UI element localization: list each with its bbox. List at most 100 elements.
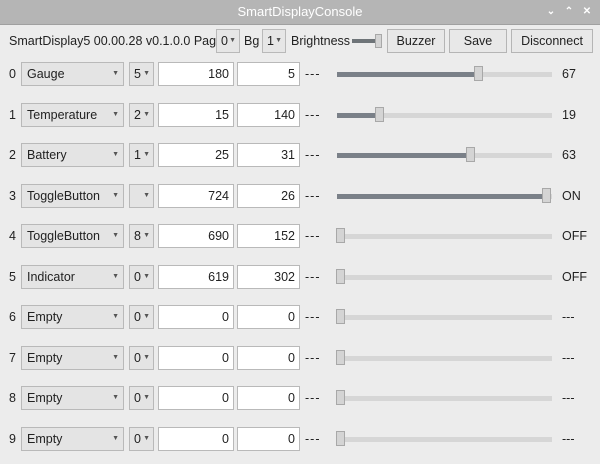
page-select[interactable]: 0 ▼ — [216, 29, 240, 53]
chevron-down-icon: ▼ — [112, 273, 119, 280]
slider-thumb[interactable] — [336, 228, 345, 243]
value-slider[interactable] — [337, 66, 552, 81]
y-input[interactable]: 0 — [237, 346, 300, 370]
widget-type-value: Empty — [27, 432, 63, 446]
x-input[interactable]: 619 — [158, 265, 234, 289]
x-input[interactable]: 0 — [158, 386, 234, 410]
x-input[interactable]: 0 — [158, 305, 234, 329]
value-slider[interactable] — [337, 107, 552, 122]
widget-type-select[interactable]: Indicator ▼ — [21, 265, 124, 289]
widget-page-select[interactable]: 0 ▼ — [129, 305, 154, 329]
widget-type-select[interactable]: Battery ▼ — [21, 143, 124, 167]
widget-page-select[interactable]: 0 ▼ — [129, 346, 154, 370]
widget-type-select[interactable]: Temperature ▼ — [21, 103, 124, 127]
widget-row: 4 ToggleButton ▼ 8 ▼ 690 152 --- OFF — [0, 224, 600, 250]
chevron-down-icon: ▼ — [112, 354, 119, 361]
widget-page-select[interactable]: 0 ▼ — [129, 386, 154, 410]
value-slider[interactable] — [336, 269, 552, 284]
widget-type-value: Empty — [27, 391, 63, 405]
widget-type-value: Empty — [27, 310, 63, 324]
widget-page-select[interactable]: 1 ▼ — [129, 143, 154, 167]
value-slider[interactable] — [336, 390, 552, 405]
widget-page-select[interactable]: ▼ — [129, 184, 154, 208]
maximize-icon[interactable]: ⌃ — [561, 4, 577, 20]
chevron-down-icon: ▼ — [143, 111, 150, 118]
row-index: 8 — [9, 391, 16, 405]
close-icon[interactable]: ✕ — [579, 4, 595, 20]
widget-page-select[interactable]: 0 ▼ — [129, 427, 154, 451]
minimize-icon[interactable]: ⌄ — [543, 4, 559, 20]
y-input[interactable]: 0 — [237, 305, 300, 329]
row-value: ON — [562, 189, 581, 203]
separator-text: --- — [305, 391, 321, 405]
slider-thumb[interactable] — [336, 269, 345, 284]
slider-thumb[interactable] — [466, 147, 475, 162]
x-input[interactable]: 25 — [158, 143, 234, 167]
row-value: --- — [562, 391, 575, 405]
y-input[interactable]: 31 — [237, 143, 300, 167]
value-slider[interactable] — [336, 350, 552, 365]
slider-thumb[interactable] — [375, 107, 384, 122]
y-input[interactable]: 140 — [237, 103, 300, 127]
row-value: --- — [562, 351, 575, 365]
y-input[interactable]: 26 — [237, 184, 300, 208]
widget-page-select[interactable]: 2 ▼ — [129, 103, 154, 127]
value-slider[interactable] — [337, 188, 552, 203]
widget-type-select[interactable]: Gauge ▼ — [21, 62, 124, 86]
slider-thumb[interactable] — [336, 431, 345, 446]
y-input[interactable]: 152 — [237, 224, 300, 248]
slider-track — [337, 275, 552, 280]
separator-text: --- — [305, 148, 321, 162]
toolbar: SmartDisplay5 00.00.28 v0.1.0.0 Page 0 ▼… — [0, 28, 600, 56]
x-input[interactable]: 15 — [158, 103, 234, 127]
widget-page-select[interactable]: 0 ▼ — [129, 265, 154, 289]
widget-type-value: Indicator — [27, 270, 75, 284]
chevron-down-icon: ▼ — [112, 435, 119, 442]
y-input[interactable]: 0 — [237, 386, 300, 410]
separator-text: --- — [305, 108, 321, 122]
slider-thumb[interactable] — [336, 350, 345, 365]
widget-type-select[interactable]: ToggleButton ▼ — [21, 224, 124, 248]
y-input[interactable]: 302 — [237, 265, 300, 289]
slider-thumb[interactable] — [474, 66, 483, 81]
y-input[interactable]: 0 — [237, 427, 300, 451]
widget-type-select[interactable]: Empty ▼ — [21, 305, 124, 329]
widget-type-select[interactable]: Empty ▼ — [21, 427, 124, 451]
value-slider[interactable] — [337, 147, 552, 162]
chevron-down-icon: ▼ — [143, 313, 150, 320]
chevron-down-icon: ▼ — [112, 70, 119, 77]
value-slider[interactable] — [336, 309, 552, 324]
x-input[interactable]: 0 — [158, 427, 234, 451]
widget-row: 6 Empty ▼ 0 ▼ 0 0 --- --- — [0, 305, 600, 331]
x-input[interactable]: 724 — [158, 184, 234, 208]
buzzer-button[interactable]: Buzzer — [387, 29, 445, 53]
chevron-down-icon: ▼ — [143, 192, 150, 199]
bg-select[interactable]: 1 ▼ — [262, 29, 286, 53]
widget-type-select[interactable]: ToggleButton ▼ — [21, 184, 124, 208]
widget-type-select[interactable]: Empty ▼ — [21, 346, 124, 370]
brightness-slider[interactable] — [352, 34, 382, 48]
chevron-down-icon: ▼ — [112, 192, 119, 199]
slider-thumb[interactable] — [336, 309, 345, 324]
widget-row: 1 Temperature ▼ 2 ▼ 15 140 --- 19 — [0, 103, 600, 129]
row-value: 67 — [562, 67, 576, 81]
widget-page-select[interactable]: 8 ▼ — [129, 224, 154, 248]
value-slider[interactable] — [336, 228, 552, 243]
widget-page-select[interactable]: 5 ▼ — [129, 62, 154, 86]
disconnect-button[interactable]: Disconnect — [511, 29, 593, 53]
widget-page-value: 0 — [134, 270, 141, 284]
x-input[interactable]: 0 — [158, 346, 234, 370]
y-input[interactable]: 5 — [237, 62, 300, 86]
x-input[interactable]: 690 — [158, 224, 234, 248]
widget-page-value: 0 — [134, 432, 141, 446]
slider-thumb[interactable] — [336, 390, 345, 405]
widget-type-select[interactable]: Empty ▼ — [21, 386, 124, 410]
row-index: 4 — [9, 229, 16, 243]
save-button[interactable]: Save — [449, 29, 507, 53]
widget-row: 7 Empty ▼ 0 ▼ 0 0 --- --- — [0, 346, 600, 372]
brightness-slider-thumb[interactable] — [375, 34, 382, 48]
separator-text: --- — [305, 432, 321, 446]
x-input[interactable]: 180 — [158, 62, 234, 86]
value-slider[interactable] — [336, 431, 552, 446]
slider-thumb[interactable] — [542, 188, 551, 203]
